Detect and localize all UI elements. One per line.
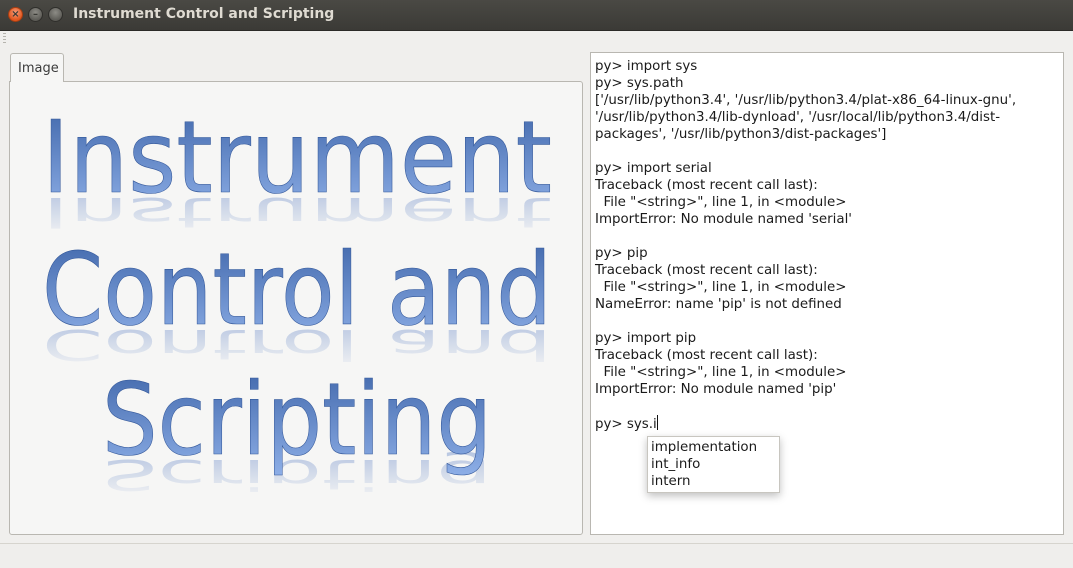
console-line: ['/usr/lib/python3.4', '/usr/lib/python3… (595, 93, 1021, 142)
console-line: py> sys.path (595, 76, 684, 91)
console-line: py> import pip (595, 331, 697, 346)
console-line: ImportError: No module named 'serial' (595, 212, 852, 227)
console-input-line[interactable]: py> sys.i (595, 415, 1057, 433)
close-window-button[interactable]: × (8, 7, 23, 22)
minimize-window-button[interactable]: – (28, 7, 43, 22)
console-line: NameError: name 'pip' is not defined (595, 297, 842, 312)
console-line: Traceback (most recent call last): (595, 263, 818, 278)
console-line: py> import sys (595, 59, 698, 74)
completion-item[interactable]: int_info (648, 456, 779, 473)
maximize-window-button[interactable] (48, 7, 63, 22)
console-line: File "<string>", line 1, in <module> (595, 195, 847, 210)
autocomplete-popup[interactable]: implementation int_info intern (647, 436, 780, 493)
console-line: File "<string>", line 1, in <module> (595, 280, 847, 295)
logo-text-line: Control and (42, 231, 552, 348)
logo-text-line: Instrument (42, 99, 552, 216)
console-line: ImportError: No module named 'pip' (595, 382, 837, 397)
completion-item[interactable]: intern (648, 473, 779, 490)
window-title: Instrument Control and Scripting (73, 6, 335, 22)
completion-item[interactable]: implementation (648, 439, 779, 456)
logo-image: InstrumentInstrumentControl andControl a… (42, 99, 553, 499)
text-cursor (656, 415, 658, 430)
logo-text-line: Scripting (102, 361, 492, 478)
image-tab-pane: Instrument Instrument Control and Control a… (9, 81, 583, 535)
console-line: Traceback (most recent call last): (595, 178, 818, 193)
console-line: File "<string>", line 1, in <module> (595, 365, 847, 380)
toolbar-grip-handle[interactable] (3, 33, 6, 43)
console-line: Traceback (most recent call last): (595, 348, 818, 363)
console-output: py> import sys py> sys.path ['/usr/lib/pyt… (595, 58, 1057, 433)
tab-image[interactable]: Image (10, 53, 64, 82)
console-line: py> pip (595, 246, 648, 261)
tab-image-label: Image (18, 61, 59, 76)
console-input-text: py> sys.i (595, 417, 657, 432)
title-bar: × – Instrument Control and Scripting (0, 0, 1073, 31)
console-line: py> import serial (595, 161, 712, 176)
status-bar (0, 543, 1073, 568)
